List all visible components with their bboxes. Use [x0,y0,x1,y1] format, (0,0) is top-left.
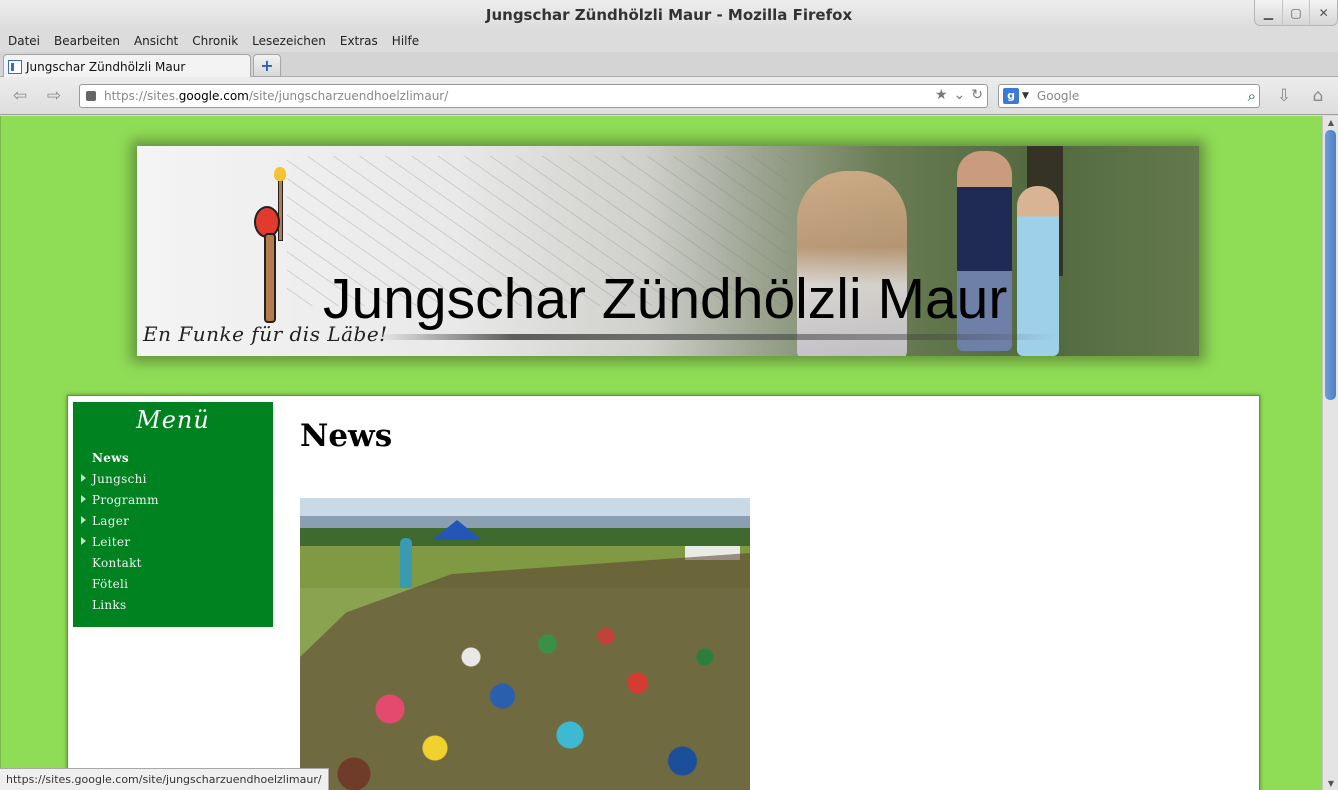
new-tab-button[interactable]: + [253,54,281,77]
menu-bearbeiten[interactable]: Bearbeiten [54,34,120,48]
download-arrow-icon: ⇩ [1276,86,1292,106]
search-box[interactable]: g ▼ Google ⌕ [998,84,1260,108]
expand-triangle-icon[interactable] [81,495,86,503]
matchstick-mascot-logo [252,167,292,331]
menu-chronik[interactable]: Chronik [192,34,238,48]
window-title: Jungschar Zündhölzli Maur - Mozilla Fire… [485,6,853,24]
lock-icon [86,91,96,101]
sidebar-item-kontakt[interactable]: Kontakt [81,552,159,573]
expand-triangle-icon[interactable] [81,537,86,545]
sidebar-item-leiter[interactable]: Leiter [81,531,159,552]
forward-button[interactable]: ⇨ [40,85,68,107]
flame-icon [274,167,286,181]
back-arrow-icon: ⇦ [12,86,28,106]
scrollbar-thumb[interactable] [1325,130,1336,400]
site-title[interactable]: Jungschar Zündhölzli Maur [323,266,1007,332]
page-favicon-icon [8,59,22,74]
expand-triangle-icon[interactable] [81,516,86,524]
news-photo[interactable] [300,498,750,790]
bookmark-star-icon[interactable]: ★ [935,87,948,103]
reload-icon[interactable]: ↻ [971,87,983,103]
sidebar-item-lager[interactable]: Lager [81,510,159,531]
banner-child-photo [1017,186,1059,356]
scroll-down-icon[interactable]: ▼ [1325,779,1337,788]
downloads-button[interactable]: ⇩ [1270,85,1298,107]
sidebar-nav-list: News Jungschi Programm Lager Leiter Kont… [81,447,159,615]
site-header-banner: En Funke für dis Läbe! Jungschar Zündhöl… [137,146,1199,356]
menu-lesezeichen[interactable]: Lesezeichen [252,34,326,48]
mascot-body [264,233,276,323]
expand-triangle-icon[interactable] [81,474,86,482]
sidebar-item-links[interactable]: Links [81,594,159,615]
tab-bar: Jungschar Zündhölzli Maur + [0,52,1338,78]
search-icon[interactable]: ⌕ [1248,87,1256,105]
menu-hilfe[interactable]: Hilfe [392,34,419,48]
close-icon[interactable]: ✕ [1309,0,1337,25]
menu-extras[interactable]: Extras [340,34,378,48]
sidebar-item-news[interactable]: News [81,447,159,468]
forward-arrow-icon: ⇨ [46,86,62,106]
search-placeholder: Google [1036,89,1080,103]
menu-datei[interactable]: Datei [8,34,40,48]
photo-tent [432,520,482,540]
url-path: /site/jungscharzuendhoelzlimaur/ [248,89,449,103]
sidebar-item-foeteli[interactable]: Föteli [81,573,159,594]
maximize-icon[interactable]: ▢ [1281,0,1310,25]
home-icon: ⌂ [1312,86,1324,106]
back-button[interactable]: ⇦ [6,85,34,107]
status-bar-link-preview: https://sites.google.com/site/jungscharz… [0,768,329,790]
content-card: Menü News Jungschi Programm Lager Leiter… [67,395,1260,790]
url-bar[interactable]: https://sites. google.com/site/jungscharz… [79,84,988,108]
sidebar-menu: Menü News Jungschi Programm Lager Leiter… [73,402,273,627]
mascot-match [278,171,283,241]
tab-jungschar[interactable]: Jungschar Zündhölzli Maur [3,54,251,78]
plus-icon: + [260,56,274,75]
navigation-toolbar: ⇦ ⇨ https://sites. google.com/site/jungsc… [0,77,1338,115]
engine-dropdown-icon[interactable]: ▼ [1022,91,1029,101]
sidebar-menu-title: Menü [136,406,210,434]
window-titlebar: Jungschar Zündhölzli Maur - Mozilla Fire… [0,0,1338,30]
menu-ansicht[interactable]: Ansicht [134,34,178,48]
vertical-scrollbar[interactable]: ▲ ▼ [1322,116,1338,790]
photo-crowd [300,553,750,790]
sidebar-item-programm[interactable]: Programm [81,489,159,510]
google-engine-icon[interactable]: g [1003,88,1019,104]
title-brush-stroke [377,334,1057,340]
minimize-icon[interactable]: ▁ [1255,0,1282,25]
tab-label: Jungschar Zündhölzli Maur [26,59,186,74]
scroll-up-icon[interactable]: ▲ [1325,118,1337,127]
menu-bar: Datei Bearbeiten Ansicht Chronik Lesezei… [0,30,1338,52]
url-bar-tools: ★ ⌄ ↻ [935,87,983,103]
window-controls: ▁ ▢ ✕ [1254,0,1338,26]
page-viewport: En Funke für dis Läbe! Jungschar Zündhöl… [0,116,1322,790]
home-button[interactable]: ⌂ [1304,85,1332,107]
sidebar-item-jungschi[interactable]: Jungschi [81,468,159,489]
history-dropdown-icon[interactable]: ⌄ [954,87,966,103]
page-title: News [300,418,393,454]
url-host: google.com [178,89,249,103]
url-prefix: https://sites. [104,89,179,103]
